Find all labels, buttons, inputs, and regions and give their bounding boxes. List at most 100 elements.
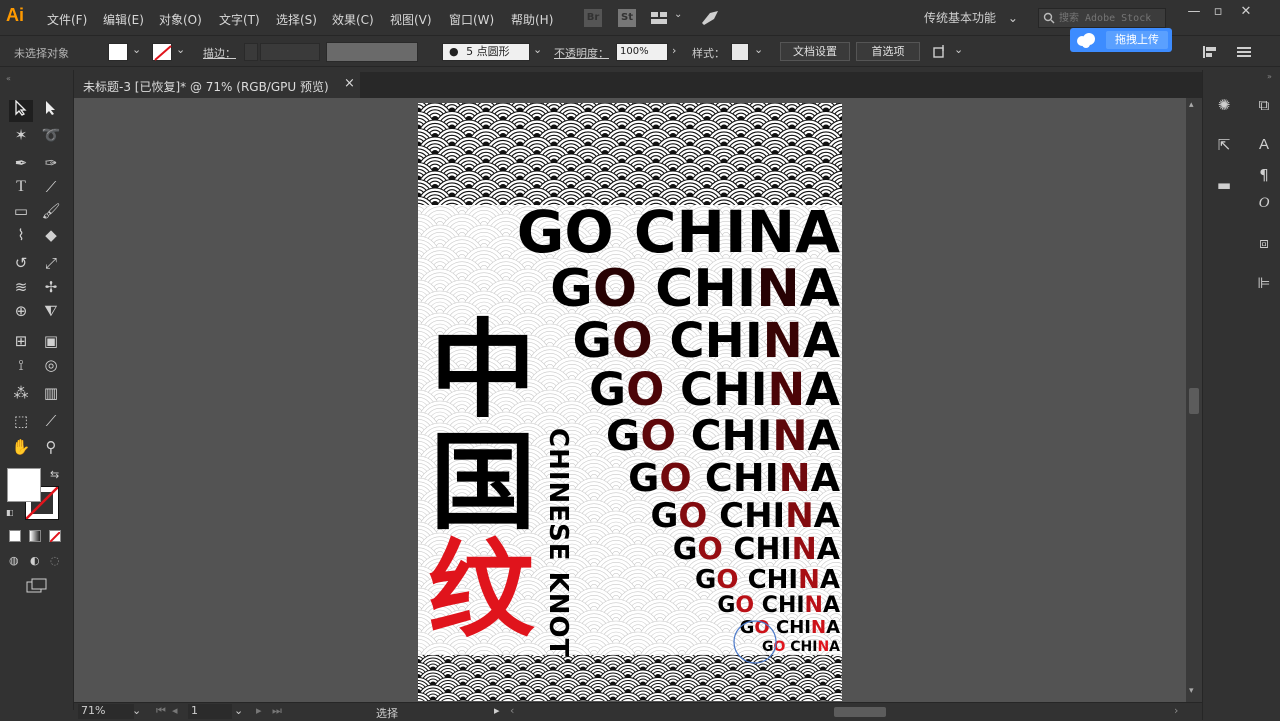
- artboard-tool[interactable]: ⬚: [9, 410, 33, 432]
- pen-tool[interactable]: ✒: [9, 152, 33, 174]
- default-colors-icon[interactable]: ◧: [6, 508, 16, 518]
- chevron-down-icon[interactable]: ⌄: [132, 43, 141, 56]
- draw-behind-icon[interactable]: ◐: [30, 554, 44, 566]
- menu-view[interactable]: 视图(V): [390, 11, 432, 28]
- menu-select[interactable]: 选择(S): [276, 11, 317, 28]
- type-tool[interactable]: T: [9, 176, 33, 198]
- scroll-up-icon[interactable]: ▴: [1189, 100, 1194, 110]
- chevron-down-icon[interactable]: ⌄: [674, 9, 692, 27]
- column-graph-tool[interactable]: ▥: [39, 382, 63, 404]
- menu-window[interactable]: 窗口(W): [449, 11, 494, 28]
- menu-file[interactable]: 文件(F): [47, 11, 87, 28]
- artboards-panel-icon[interactable]: ▬: [1213, 174, 1235, 196]
- zoom-level-select[interactable]: 71%: [78, 704, 134, 719]
- fill-color-box[interactable]: [7, 468, 41, 502]
- chinese-knot-text[interactable]: CHINESE KNOT: [543, 428, 573, 701]
- zoom-tool[interactable]: ⚲: [39, 436, 63, 458]
- chevron-down-icon[interactable]: ⌄: [954, 43, 963, 56]
- rotate-tool[interactable]: ↺: [9, 252, 33, 274]
- vertical-scrollbar[interactable]: ▴ ▾: [1186, 98, 1202, 702]
- slice-tool[interactable]: ⟋: [39, 410, 63, 432]
- chevron-down-icon[interactable]: ⌄: [176, 43, 185, 56]
- swap-colors-icon[interactable]: ⇆: [50, 468, 59, 481]
- vertical-scroll-thumb[interactable]: [1189, 388, 1199, 414]
- go-china-line[interactable]: GO CHINA: [550, 263, 840, 315]
- menu-type[interactable]: 文字(T): [219, 11, 260, 28]
- artboard[interactable]: 中 国 纹 CHINESE KNOT GO CHINA GO CHINA GO …: [418, 103, 842, 701]
- lasso-tool[interactable]: ➰: [39, 124, 63, 146]
- upload-badge[interactable]: 拖拽上传: [1070, 28, 1172, 52]
- go-china-line[interactable]: GO CHINA: [517, 203, 840, 261]
- brush-definition[interactable]: ● 5 点圆形: [442, 43, 530, 61]
- scroll-left-icon[interactable]: ‹: [510, 704, 514, 717]
- paintbrush-tool[interactable]: 🖌: [39, 200, 63, 222]
- draw-inside-icon[interactable]: ◌: [50, 554, 64, 566]
- puppet-warp-tool[interactable]: ✢: [39, 276, 63, 298]
- gradient-tool[interactable]: ▣: [39, 330, 63, 352]
- go-china-line[interactable]: GO CHINA: [589, 367, 840, 412]
- appearance-panel-icon[interactable]: ✺: [1213, 94, 1235, 116]
- align-panel-icon[interactable]: ⊫: [1253, 272, 1275, 294]
- expand-panels-icon[interactable]: »: [1267, 72, 1272, 81]
- hanzi-wen[interactable]: 纹: [428, 537, 534, 643]
- line-segment-tool[interactable]: ⟋: [39, 176, 63, 198]
- go-china-line[interactable]: GO CHINA: [717, 595, 840, 617]
- shape-builder-tool[interactable]: ⊕: [9, 300, 33, 322]
- stroke-weight-stepper[interactable]: [244, 43, 258, 61]
- scale-tool[interactable]: ⤢: [39, 252, 63, 274]
- maximize-button[interactable]: ▫: [1208, 4, 1228, 20]
- graphic-style-swatch[interactable]: [731, 43, 749, 61]
- minimize-button[interactable]: —: [1184, 4, 1204, 20]
- document-setup-button[interactable]: 文档设置: [780, 42, 850, 61]
- workspace-switcher[interactable]: 传统基本功能 ⌄: [924, 9, 1018, 26]
- curvature-tool[interactable]: ✑: [39, 152, 63, 174]
- none-mode-button[interactable]: [49, 530, 61, 542]
- go-china-line[interactable]: GO CHINA: [572, 317, 840, 365]
- opacity-input[interactable]: 100%: [616, 43, 668, 61]
- gpu-performance-icon[interactable]: [700, 9, 718, 27]
- hanzi-zhong[interactable]: 中: [430, 317, 536, 423]
- symbol-sprayer-tool[interactable]: ⁂: [9, 382, 33, 404]
- stroke-swatch[interactable]: [152, 43, 172, 61]
- scroll-down-icon[interactable]: ▾: [1189, 686, 1194, 696]
- collapse-panel-icon[interactable]: «: [6, 74, 11, 83]
- scroll-right-icon[interactable]: ›: [1174, 704, 1178, 717]
- document-tab[interactable]: 未标题-3 [已恢复]* @ 71% (RGB/GPU 预览) ×: [74, 72, 360, 98]
- perspective-grid-tool[interactable]: ⧨: [39, 300, 63, 322]
- opentype-panel-icon[interactable]: O: [1253, 192, 1275, 214]
- screen-mode-icon[interactable]: [26, 578, 48, 594]
- status-menu-icon[interactable]: ▸: [494, 704, 500, 717]
- panel-menu-icon[interactable]: [1236, 45, 1254, 59]
- chevron-right-icon[interactable]: ›: [672, 44, 676, 57]
- close-window-button[interactable]: ✕: [1236, 4, 1256, 20]
- stock-search-input[interactable]: [1059, 10, 1163, 26]
- canvas-area[interactable]: 中 国 纹 CHINESE KNOT GO CHINA GO CHINA GO …: [74, 98, 1186, 702]
- menu-help[interactable]: 帮助(H): [511, 11, 553, 28]
- blend-tool[interactable]: ◎: [39, 354, 63, 376]
- menu-edit[interactable]: 编辑(E): [103, 11, 144, 28]
- hand-tool[interactable]: ✋: [9, 436, 33, 458]
- variable-width-profile[interactable]: [326, 42, 418, 62]
- stroke-weight-input[interactable]: [260, 43, 320, 61]
- direct-selection-tool[interactable]: [39, 100, 63, 122]
- stock-search-box[interactable]: [1038, 8, 1166, 28]
- close-tab-button[interactable]: ×: [344, 76, 355, 91]
- mesh-tool[interactable]: ⊞: [9, 330, 33, 352]
- rectangle-tool[interactable]: ▭: [9, 200, 33, 222]
- artboard-number-select[interactable]: 1: [188, 704, 232, 719]
- last-artboard-icon[interactable]: ⏭: [272, 704, 282, 718]
- fill-swatch[interactable]: [108, 43, 128, 61]
- gradient-mode-button[interactable]: [29, 530, 41, 542]
- chevron-down-icon[interactable]: ⌄: [533, 43, 542, 56]
- menu-object[interactable]: 对象(O): [159, 11, 202, 28]
- quick-actions-icon[interactable]: [932, 43, 950, 61]
- previous-artboard-icon[interactable]: ◂: [172, 704, 178, 717]
- eyedropper-tool[interactable]: ⟟: [9, 354, 33, 376]
- menu-effect[interactable]: 效果(C): [332, 11, 374, 28]
- chevron-down-icon[interactable]: ⌄: [754, 43, 763, 56]
- paragraph-panel-icon[interactable]: ¶: [1253, 164, 1275, 186]
- eraser-tool[interactable]: ◆: [39, 224, 63, 246]
- selection-tool[interactable]: [9, 100, 33, 122]
- go-china-line[interactable]: GO CHINA: [606, 415, 840, 457]
- bridge-icon[interactable]: Br: [584, 9, 602, 27]
